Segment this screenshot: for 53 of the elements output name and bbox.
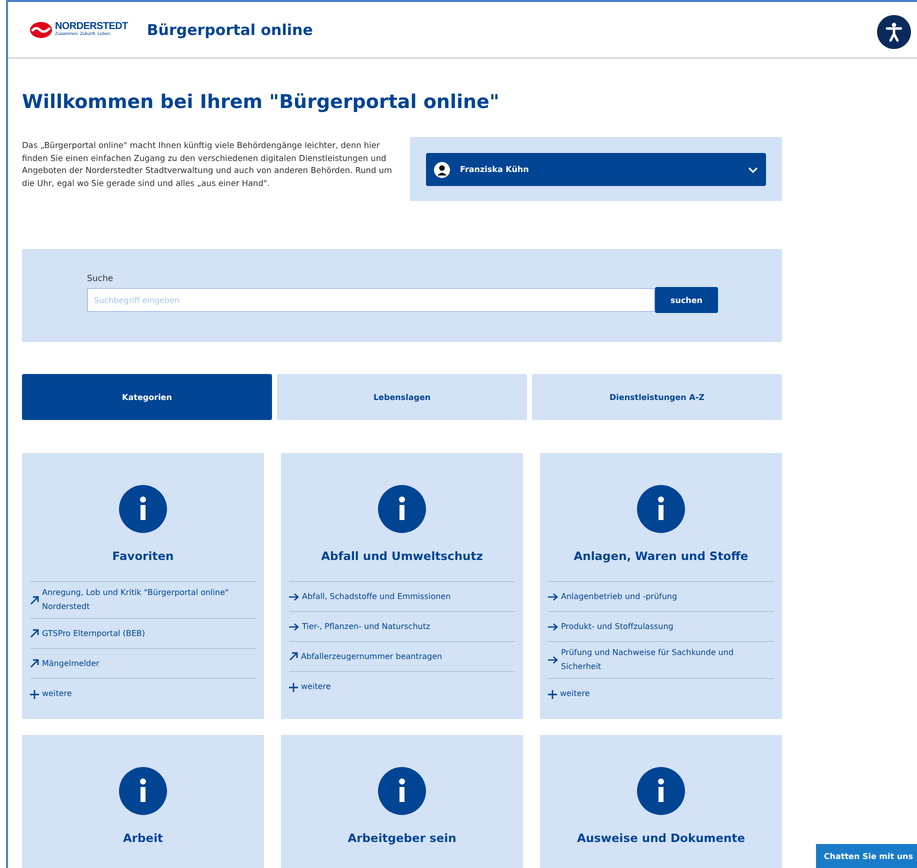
plus-icon xyxy=(289,682,298,692)
category-link[interactable]: Prüfung und Nachweise für Sachkunde und Sicherheit xyxy=(548,642,774,679)
plus-icon xyxy=(30,690,39,698)
accessibility-button[interactable] xyxy=(877,15,911,49)
info-icon xyxy=(378,485,426,533)
page-heading: Willkommen bei Ihrem "Bürgerportal online" xyxy=(22,91,500,113)
right-arrow-icon xyxy=(548,622,558,630)
search-label: Suche xyxy=(87,274,114,284)
category-link[interactable]: Produkt- und Stoffzulassung xyxy=(548,612,774,642)
category-title: Arbeitgeber sein xyxy=(348,831,456,845)
category-title: Anlagen, Waren und Stoffe xyxy=(574,549,748,563)
more-link[interactable]: weitere xyxy=(30,679,256,709)
tab[interactable]: Dienstleistungen A-Z xyxy=(532,374,782,420)
search-field[interactable]: Suchbegriff eingeben xyxy=(87,288,655,312)
more-link[interactable]: weitere xyxy=(548,679,774,709)
user-dropdown[interactable]: Franziska Kühn xyxy=(426,153,766,186)
diagonal-arrow-icon xyxy=(30,659,39,668)
chat-button[interactable]: Chatten Sie mit uns xyxy=(816,844,917,868)
plus-icon xyxy=(548,690,557,698)
info-icon xyxy=(637,485,685,533)
info-icon xyxy=(378,767,426,815)
info-icon xyxy=(119,767,167,815)
category-link[interactable]: Anregung, Lob und Kritik "Bürgerportal online" Norderstedt xyxy=(30,582,256,619)
accessibility-icon xyxy=(885,22,903,42)
tab[interactable]: Kategorien xyxy=(22,374,272,420)
category-title: Favoriten xyxy=(112,549,174,563)
category-link[interactable]: Mängelmelder xyxy=(30,649,256,679)
right-arrow-icon xyxy=(548,592,558,600)
intro-paragraph: Das „Bürgerportal online" macht Ihnen künftig viele Behördengänge leichter, denn hier finden Sie einen einfachen Zugang zu den verschiedenen digitalen Dienstleistungen und Angeboten der Norderstedter Stadtverwaltung und auch von anderen Behörden. Rund um die Uhr, egal wo Sie gerade sind und alles „aus einer Hand". xyxy=(22,139,393,189)
right-arrow-icon xyxy=(548,656,558,664)
category-link[interactable]: Abfallerzeugernummer beantragen xyxy=(289,642,515,672)
chevron-down-icon xyxy=(748,166,758,172)
logo-name: NORDERSTEDT xyxy=(55,22,128,32)
category-link[interactable]: Tier-, Pflanzen- und Naturschutz xyxy=(289,612,515,642)
category-link[interactable]: GTSPro Elternportal (BEB) xyxy=(30,619,256,649)
avatar-icon xyxy=(434,162,450,178)
more-link[interactable]: weitere xyxy=(289,672,515,702)
category-title: Arbeit xyxy=(122,831,164,845)
portal-title: Bürgerportal online xyxy=(146,20,313,38)
search-button[interactable]: suchen xyxy=(655,287,718,313)
right-arrow-icon xyxy=(289,592,299,600)
category-title: Ausweise und Dokumente xyxy=(576,831,746,845)
logo-icon xyxy=(30,22,52,38)
diagonal-arrow-icon xyxy=(30,629,39,638)
right-arrow-icon xyxy=(289,622,299,630)
diagonal-arrow-icon xyxy=(30,596,39,604)
tab[interactable]: Lebenslagen xyxy=(277,374,527,420)
category-title: Abfall und Umweltschutz xyxy=(321,549,483,563)
info-icon xyxy=(119,485,167,533)
category-link[interactable]: Abfall, Schadstoffe und Emmissionen xyxy=(289,582,515,612)
diagonal-arrow-icon xyxy=(289,652,298,661)
category-link[interactable]: Anlagenbetrieb und -prüfung xyxy=(548,582,774,612)
info-icon xyxy=(637,767,685,815)
